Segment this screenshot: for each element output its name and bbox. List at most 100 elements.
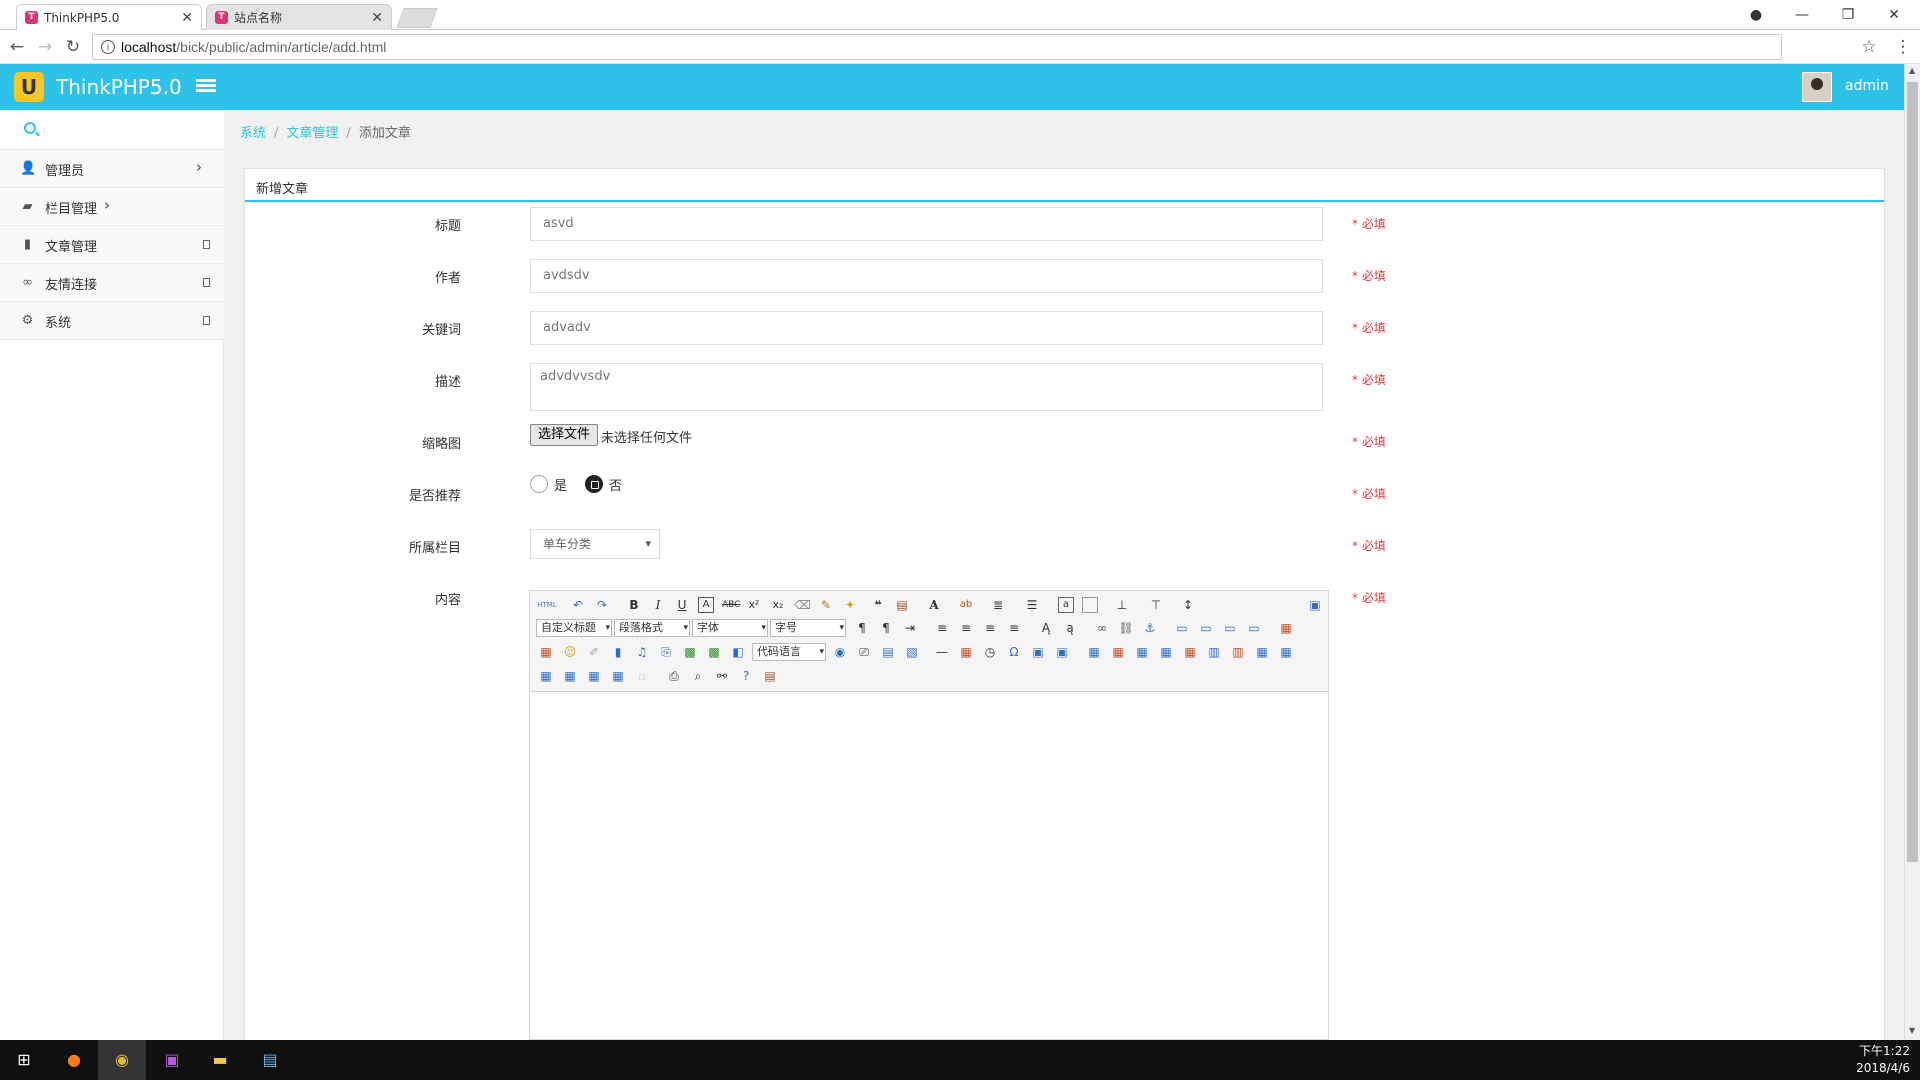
underline-icon[interactable]: U xyxy=(674,597,690,613)
search-icon[interactable] xyxy=(24,122,36,134)
account-icon[interactable]: ● xyxy=(1736,4,1776,26)
search-binoculars-icon[interactable]: ⚯ xyxy=(714,668,730,684)
rtl-icon[interactable]: ¶ xyxy=(878,620,894,636)
radio-yes[interactable] xyxy=(530,475,548,493)
restore-icon[interactable]: ❐ xyxy=(1828,4,1868,26)
delete-col-icon[interactable]: ▥ xyxy=(1230,644,1246,660)
unlink-icon[interactable]: ⛓ xyxy=(1118,620,1134,636)
page-scrollbar[interactable]: ▲ ▼ xyxy=(1904,64,1920,1040)
align-justify-icon[interactable]: ≡ xyxy=(1006,620,1022,636)
forward-icon[interactable]: → xyxy=(34,36,56,58)
author-input[interactable]: avdsdv xyxy=(530,259,1323,293)
simple-upload-icon[interactable]: ▦ xyxy=(1278,620,1294,636)
redo-icon[interactable]: ↷ xyxy=(594,597,610,613)
subscript-icon[interactable]: x₂ xyxy=(770,597,786,613)
bold-icon[interactable]: B xyxy=(626,597,642,613)
keywords-input[interactable]: advadv xyxy=(530,311,1323,345)
split-cells-icon[interactable]: ▦ xyxy=(562,668,578,684)
snapscreen-icon[interactable]: ▣ xyxy=(1030,644,1046,660)
template-icon[interactable]: ◉ xyxy=(832,644,848,660)
anchor-icon[interactable]: ⚓ xyxy=(1142,620,1158,636)
search-replace-icon[interactable]: ▣ xyxy=(1054,644,1070,660)
clear-doc-icon[interactable] xyxy=(1082,597,1098,613)
username[interactable]: admin xyxy=(1845,78,1889,94)
ltr-icon[interactable]: ¶ xyxy=(854,620,870,636)
italic-icon[interactable]: I xyxy=(650,597,666,613)
remote-desktop-icon[interactable]: ▤ xyxy=(246,1040,294,1080)
help-icon[interactable]: ? xyxy=(738,668,754,684)
music-icon[interactable]: ♫ xyxy=(634,644,650,660)
font-color-icon[interactable]: A xyxy=(926,597,942,613)
fullscreen-icon[interactable]: ▣ xyxy=(1307,597,1323,613)
phpstorm-icon[interactable]: ▣ xyxy=(148,1040,196,1080)
html-source-icon[interactable]: HTML xyxy=(536,597,558,613)
file-explorer-icon[interactable]: ▬ xyxy=(196,1040,244,1080)
windows-start-icon[interactable]: ⊞ xyxy=(0,1040,48,1080)
uppercase-icon[interactable]: Ą xyxy=(1038,620,1054,636)
merge-right-icon[interactable]: ▦ xyxy=(1278,644,1294,660)
sidebar-item-system[interactable]: ⚙ 系统 xyxy=(0,302,224,340)
ordered-list-icon[interactable]: ≣ xyxy=(990,597,1006,613)
insert-image-icon[interactable]: ▦ xyxy=(538,644,554,660)
radio-no[interactable] xyxy=(585,475,603,493)
auto-format-icon[interactable]: ✦ xyxy=(842,597,858,613)
system-clock[interactable]: 下午1:22 2018/4/6 xyxy=(1856,1043,1910,1077)
horizontal-rule-icon[interactable]: — xyxy=(934,644,950,660)
merge-cells-icon[interactable]: ▦ xyxy=(1254,644,1270,660)
editor-body[interactable] xyxy=(530,693,1328,1039)
category-select[interactable]: 单车分类 xyxy=(530,529,660,559)
date-icon[interactable]: ▦ xyxy=(958,644,974,660)
menu-kebab-icon[interactable]: ⋮ xyxy=(1892,36,1914,58)
lowercase-icon[interactable]: ą xyxy=(1062,620,1078,636)
image-none-icon[interactable]: ▭ xyxy=(1174,620,1190,636)
image-left-icon[interactable]: ▭ xyxy=(1198,620,1214,636)
new-tab-button[interactable] xyxy=(396,8,438,28)
scroll-down-icon[interactable]: ▼ xyxy=(1909,1026,1915,1035)
link-insert-icon[interactable]: ∞ xyxy=(1094,620,1110,636)
align-right-icon[interactable]: ≡ xyxy=(982,620,998,636)
insert-paragraph-before-table-icon[interactable]: ▦ xyxy=(1134,644,1150,660)
time-icon[interactable]: ◷ xyxy=(982,644,998,660)
choose-file-button[interactable]: 选择文件 xyxy=(530,424,599,446)
map-icon[interactable]: ▩ xyxy=(682,644,698,660)
avatar[interactable] xyxy=(1802,72,1832,102)
emoticon-icon[interactable]: ☺ xyxy=(562,644,578,660)
firefox-icon[interactable]: ● xyxy=(50,1040,98,1080)
split-rows-icon[interactable]: ▦ xyxy=(586,668,602,684)
preview-icon[interactable]: ⌕ xyxy=(690,668,706,684)
minimize-icon[interactable]: — xyxy=(1782,4,1822,26)
custom-title-select[interactable]: 自定义标题 xyxy=(536,619,612,637)
insert-video-icon[interactable]: ▮ xyxy=(610,644,626,660)
google-map-icon[interactable]: ▩ xyxy=(706,644,722,660)
title-input[interactable]: asvd xyxy=(530,207,1323,241)
attachment-icon[interactable]: ⎘ xyxy=(658,644,674,660)
drafts-icon[interactable]: ▤ xyxy=(762,668,778,684)
image-right-icon[interactable]: ▭ xyxy=(1222,620,1238,636)
url-field[interactable]: i localhost/bick/public/admin/article/ad… xyxy=(92,34,1782,60)
menu-toggle-icon[interactable] xyxy=(196,77,216,97)
back-icon[interactable]: ← xyxy=(6,36,28,58)
strikethrough-icon[interactable]: ABC xyxy=(722,597,740,613)
font-family-select[interactable]: 字体 xyxy=(692,619,768,637)
description-textarea[interactable]: advdvvsdv xyxy=(530,363,1323,411)
scrollbar-thumb[interactable] xyxy=(1907,82,1918,862)
chart-icon[interactable]: ▫ xyxy=(634,668,650,684)
word-image-icon[interactable]: ▧ xyxy=(904,644,920,660)
format-brush-icon[interactable]: ✎ xyxy=(818,597,834,613)
unordered-list-icon[interactable]: ☰ xyxy=(1024,597,1040,613)
split-cols-icon[interactable]: ▦ xyxy=(610,668,626,684)
scrawl-icon[interactable]: ✐ xyxy=(586,644,602,660)
breadcrumb-link[interactable]: 文章管理 xyxy=(286,126,338,141)
tab-close-icon[interactable]: ✕ xyxy=(181,10,193,26)
merge-down-icon[interactable]: ▦ xyxy=(538,668,554,684)
info-icon[interactable]: i xyxy=(101,40,115,54)
special-chars-icon[interactable]: Ω xyxy=(1006,644,1022,660)
reload-icon[interactable]: ↻ xyxy=(62,36,84,58)
code-language-select[interactable]: 代码语言 xyxy=(752,643,826,661)
align-center-icon[interactable]: ≡ xyxy=(958,620,974,636)
blockquote-icon[interactable]: ❝ xyxy=(870,597,886,613)
delete-table-icon[interactable]: ▦ xyxy=(1110,644,1126,660)
line-height-icon[interactable]: ↕ xyxy=(1180,597,1196,613)
sidebar-search[interactable] xyxy=(0,110,224,150)
insert-row-icon[interactable]: ▦ xyxy=(1158,644,1174,660)
